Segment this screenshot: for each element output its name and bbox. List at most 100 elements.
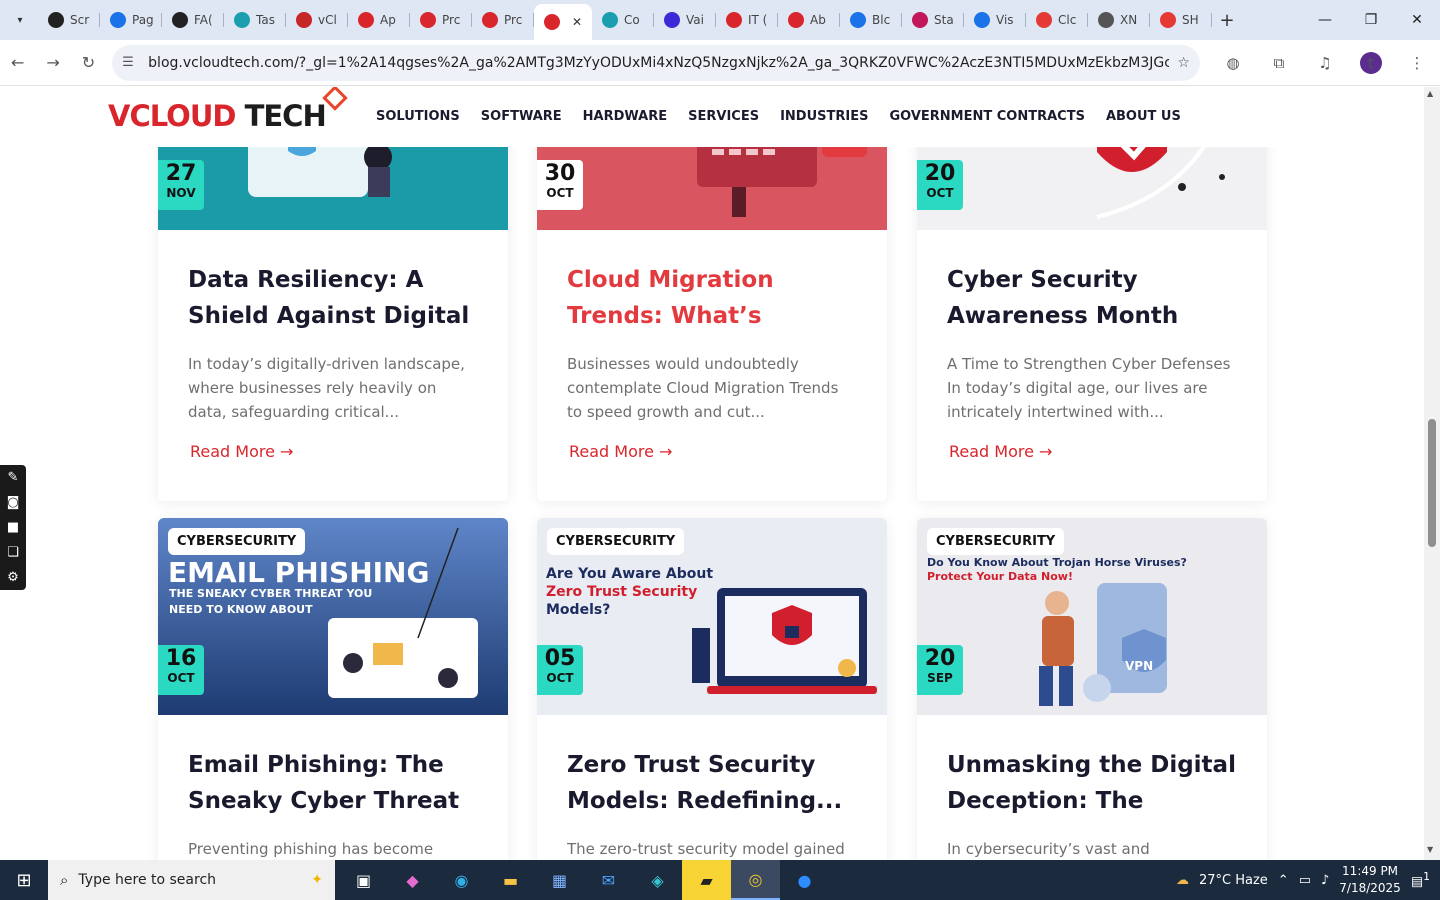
clock[interactable]: 11:49 PM 7/18/2025	[1339, 863, 1401, 897]
menu-kebab-icon[interactable]: ⋮	[1394, 54, 1440, 72]
post-card[interactable]: EMAIL PHISHING THE SNEAKY CYBER THREAT Y…	[158, 518, 508, 860]
site-info-icon[interactable]: ☰	[122, 55, 142, 70]
post-card[interactable]: Do You Know About Trojan Horse Viruses? …	[917, 518, 1267, 860]
vcloud-tech-logo[interactable]: VCLOUD TECH	[108, 87, 348, 133]
settings-gear-icon[interactable]: ⚙	[7, 570, 19, 585]
tab-label: Sta	[934, 13, 954, 27]
minimize-icon[interactable]: —	[1302, 12, 1348, 28]
post-card[interactable]: 20 OCT Cyber Security Awareness Month A …	[917, 87, 1267, 501]
read-more-link[interactable]: Read More →	[569, 442, 857, 461]
extensions-icon[interactable]: ⧉	[1256, 54, 1302, 72]
browser-tab[interactable]: ✕	[534, 4, 592, 40]
windows-icon[interactable]: ❏	[7, 545, 19, 560]
browser-tab[interactable]: Ap	[348, 3, 410, 37]
sticky-notes-icon[interactable]: ▰	[682, 860, 731, 900]
menu-item[interactable]: SOFTWARE	[481, 109, 562, 124]
scroll-up-icon[interactable]: ▲	[1427, 89, 1433, 98]
file-explorer-icon[interactable]: ▬	[486, 860, 535, 900]
browser-tab[interactable]: vCl	[286, 3, 348, 37]
chevron-up-icon[interactable]: ⌃	[1278, 873, 1289, 888]
post-card[interactable]: Are You Aware About Zero Trust Security …	[537, 518, 887, 860]
weather-text[interactable]: 27°C Haze	[1199, 873, 1268, 888]
read-more-link[interactable]: Read More →	[949, 442, 1237, 461]
post-thumbnail[interactable]: Are You Aware About Zero Trust Security …	[537, 518, 887, 715]
edge-icon[interactable]: ◉	[437, 860, 486, 900]
post-title[interactable]: Email Phishing: The Sneaky Cyber Threat …	[188, 747, 478, 819]
pin-icon[interactable]: ✎	[8, 470, 19, 485]
clock-date: 7/18/2025	[1339, 881, 1401, 895]
post-thumbnail[interactable]: EMAIL PHISHING THE SNEAKY CYBER THREAT Y…	[158, 518, 508, 715]
read-more-link[interactable]: Read More →	[190, 442, 478, 461]
browser-tab[interactable]: Prc	[472, 3, 534, 37]
zoom-icon[interactable]: ●	[780, 860, 829, 900]
post-thumbnail[interactable]: Do You Know About Trojan Horse Viruses? …	[917, 518, 1267, 715]
page-scrollbar[interactable]: ▲ ▼	[1424, 87, 1440, 860]
post-card[interactable]: 30 OCT Cloud Migration Trends: What’s Ch…	[537, 87, 887, 501]
scroll-down-icon[interactable]: ▼	[1427, 845, 1433, 854]
forward-icon[interactable]: →	[35, 53, 70, 72]
camera-icon[interactable]: ◙	[7, 495, 20, 510]
task-view-icon[interactable]: ▣	[339, 860, 388, 900]
volume-icon[interactable]: ♪	[1321, 873, 1329, 888]
menu-item[interactable]: SOLUTIONS	[376, 109, 460, 124]
copilot-icon[interactable]: ◆	[388, 860, 437, 900]
post-title[interactable]: Zero Trust Security Models: Redefining..…	[567, 747, 857, 819]
menu-item[interactable]: INDUSTRIES	[780, 109, 868, 124]
browser-tab[interactable]: Vai	[654, 3, 716, 37]
close-tab-icon[interactable]: ✕	[572, 15, 582, 29]
close-window-icon[interactable]: ✕	[1394, 12, 1440, 28]
store-icon[interactable]: ▦	[535, 860, 584, 900]
post-card[interactable]: 27 NOV Data Resiliency: A Shield Against…	[158, 87, 508, 501]
browser-tab[interactable]: Ab	[778, 3, 840, 37]
tab-favicon-icon	[1160, 12, 1176, 28]
menu-item[interactable]: GOVERNMENT CONTRACTS	[889, 109, 1084, 124]
url-text[interactable]: blog.vcloudtech.com/?_gl=1%2A14qgses%2A_…	[148, 55, 1169, 71]
restore-icon[interactable]: ❐	[1348, 12, 1394, 28]
post-excerpt: In cybersecurity’s vast and	[947, 840, 1150, 858]
video-camera-icon[interactable]: ■	[7, 520, 19, 535]
windows-start-icon[interactable]: ⊞	[0, 870, 48, 891]
network-icon[interactable]: ▭	[1299, 873, 1311, 888]
browser-tab[interactable]: Co	[592, 3, 654, 37]
browser-tab[interactable]: Pag	[100, 3, 162, 37]
back-icon[interactable]: ←	[0, 53, 35, 72]
browser-tab[interactable]: Blc	[840, 3, 902, 37]
menu-item[interactable]: ABOUT US	[1106, 109, 1181, 124]
browser-tab[interactable]: FA(	[162, 3, 224, 37]
browser-tab[interactable]: Sta	[902, 3, 964, 37]
category-badge[interactable]: CYBERSECURITY	[168, 528, 306, 555]
mail-icon[interactable]: ✉	[584, 860, 633, 900]
address-bar[interactable]: ☰ blog.vcloudtech.com/?_gl=1%2A14qgses%2…	[112, 44, 1200, 81]
browser-tab[interactable]: Vis	[964, 3, 1026, 37]
media-control-icon[interactable]: ♫	[1302, 54, 1348, 72]
scrollbar-thumb[interactable]	[1428, 419, 1436, 547]
post-title[interactable]: Cloud Migration Trends: What’s Changing …	[567, 262, 857, 334]
browser-tab[interactable]: Tas	[224, 3, 286, 37]
browser-tab[interactable]: Clc	[1026, 3, 1088, 37]
post-title[interactable]: Cyber Security Awareness Month	[947, 262, 1237, 334]
post-title[interactable]: Data Resiliency: A Shield Against Digita…	[188, 262, 478, 334]
app-diamond-icon[interactable]: ◈	[633, 860, 682, 900]
tab-label: Blc	[872, 13, 891, 27]
tab-search-icon[interactable]: ▾	[8, 8, 32, 32]
browser-tab[interactable]: XN	[1088, 3, 1150, 37]
reload-icon[interactable]: ↻	[71, 53, 106, 72]
menu-item[interactable]: SERVICES	[688, 109, 759, 124]
category-badge[interactable]: CYBERSECURITY	[547, 528, 685, 555]
browser-tab[interactable]: IT (	[716, 3, 778, 37]
post-title[interactable]: Unmasking the Digital Deception: The Tro…	[947, 747, 1237, 819]
weather-icon[interactable]: ☁	[1176, 873, 1189, 888]
profile-avatar[interactable]: t	[1359, 51, 1382, 74]
notification-icon[interactable]: ▤1	[1411, 870, 1430, 889]
browser-tab[interactable]: SH	[1150, 3, 1212, 37]
tab-favicon-icon	[48, 12, 64, 28]
taskbar-search-box[interactable]: ⌕ Type here to search ✦	[48, 860, 335, 900]
browser-tab[interactable]: Scr	[38, 3, 100, 37]
chrome-icon[interactable]: ◎	[731, 860, 780, 900]
menu-item[interactable]: HARDWARE	[583, 109, 667, 124]
bookmark-star-icon[interactable]: ☆	[1177, 55, 1190, 71]
browser-tab[interactable]: Prc	[410, 3, 472, 37]
category-badge[interactable]: CYBERSECURITY	[927, 528, 1065, 555]
translate-icon[interactable]: ◍	[1210, 54, 1256, 72]
new-tab-button[interactable]: +	[1212, 10, 1242, 31]
